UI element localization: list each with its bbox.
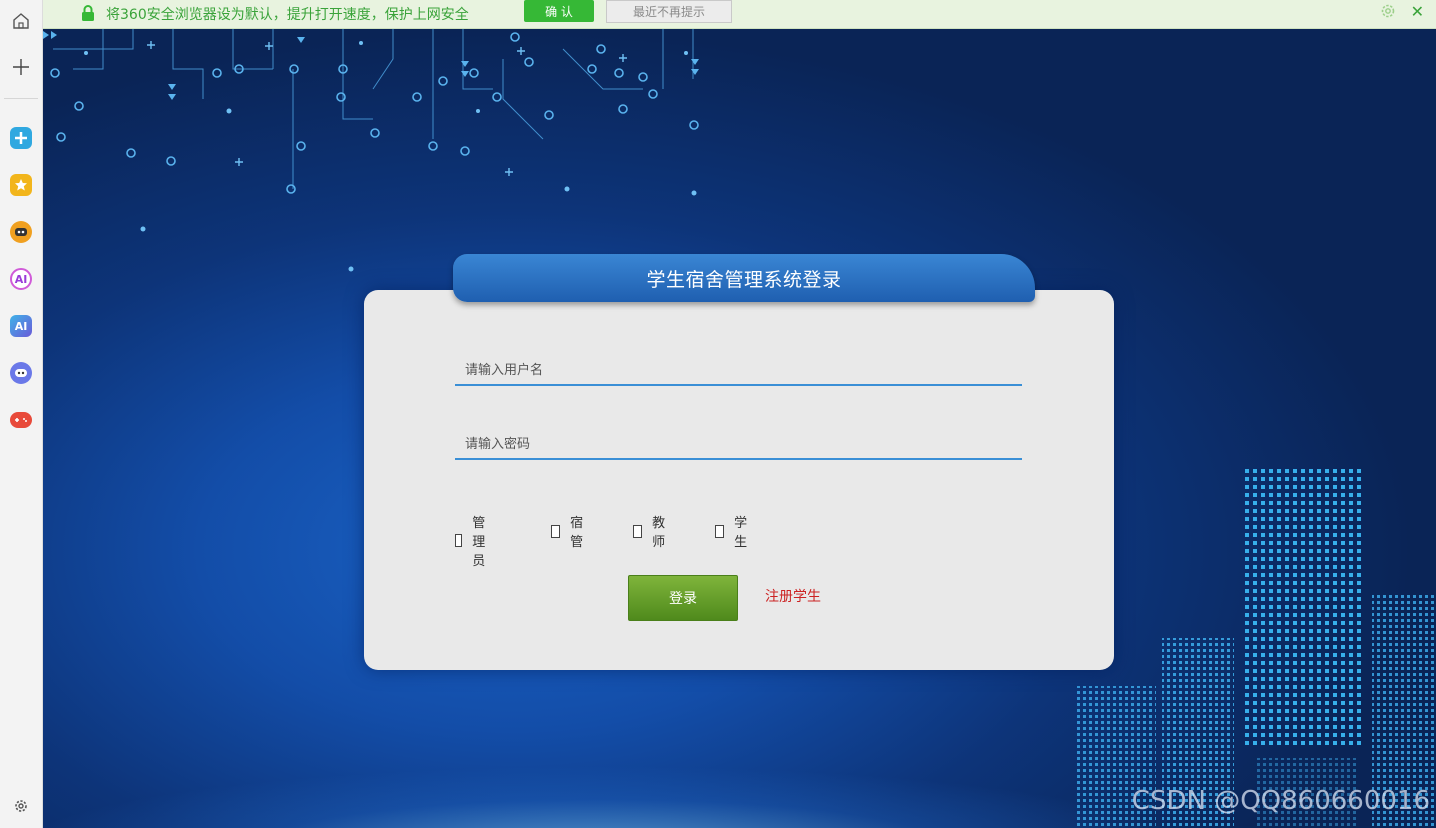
checkbox-box[interactable]: [551, 524, 561, 538]
chat-bot-icon[interactable]: [7, 218, 35, 246]
default-browser-notification-bar: 将360安全浏览器设为默认，提升打开速度，保护上网安全 确 认 最近不再提示 ✕: [43, 0, 1436, 29]
dismiss-button[interactable]: 最近不再提示: [606, 0, 732, 23]
role-admin-checkbox[interactable]: 管理员: [455, 512, 491, 569]
ai-assistant-icon[interactable]: AI: [7, 265, 35, 293]
login-title: 学生宿舍管理系统登录: [646, 268, 842, 291]
settings-gear-icon[interactable]: [7, 792, 35, 820]
role-label: 宿管: [570, 516, 584, 550]
role-student-checkbox[interactable]: 学生: [715, 512, 751, 550]
checkbox-box[interactable]: [455, 534, 463, 547]
role-label: 管理员: [472, 516, 486, 569]
add-icon[interactable]: [7, 53, 35, 81]
favorites-star-icon[interactable]: [7, 171, 35, 199]
browser-sidebar: AI AI: [0, 0, 43, 828]
notification-message: 将360安全浏览器设为默认，提升打开速度，保护上网安全: [106, 7, 469, 23]
city-skyline-decoration: [1076, 468, 1436, 828]
ai-app-icon[interactable]: AI: [7, 312, 35, 340]
login-card: [364, 290, 1114, 670]
lock-icon: [82, 5, 94, 21]
checkbox-box[interactable]: [715, 524, 725, 538]
password-input[interactable]: [455, 430, 1022, 460]
confirm-button[interactable]: 确 认: [524, 0, 594, 22]
role-label: 学生: [734, 516, 748, 550]
role-label: 教师: [652, 516, 666, 550]
checkbox-box[interactable]: [633, 524, 643, 538]
role-teacher-checkbox[interactable]: 教师: [633, 512, 669, 550]
game-controller-icon[interactable]: [7, 406, 35, 434]
tool-icon[interactable]: [7, 124, 35, 152]
login-button[interactable]: 登录: [628, 575, 738, 621]
robot-icon[interactable]: [7, 359, 35, 387]
login-card-header: 学生宿舍管理系统登录: [453, 254, 1035, 302]
notification-settings-icon[interactable]: [1380, 3, 1396, 19]
sidebar-divider: [4, 98, 38, 99]
role-dorm-manager-checkbox[interactable]: 宿管: [551, 512, 587, 550]
watermark-text: CSDN @QQ860660016: [1131, 786, 1430, 816]
home-icon[interactable]: [7, 7, 35, 35]
close-icon[interactable]: ✕: [1411, 2, 1424, 21]
register-student-link[interactable]: 注册学生: [765, 586, 821, 606]
circuit-decoration: [43, 29, 699, 272]
username-input[interactable]: [455, 356, 1022, 386]
